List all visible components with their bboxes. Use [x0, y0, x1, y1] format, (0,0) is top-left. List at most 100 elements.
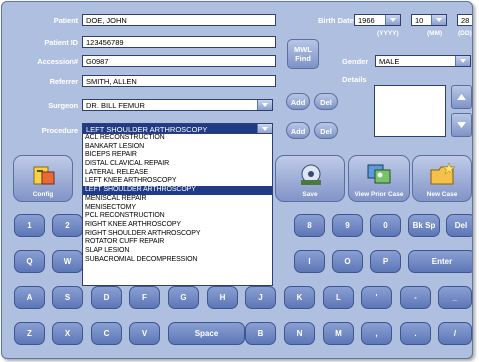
chevron-down-icon[interactable]	[455, 56, 470, 66]
surgeon-label: Surgeon	[48, 101, 78, 110]
key-row3-11[interactable]: _	[438, 286, 472, 309]
referrer-field[interactable]: SMITH, ALLEN	[82, 75, 276, 87]
scroll-up-button[interactable]	[451, 85, 472, 109]
key-row2-0[interactable]: Q	[14, 250, 45, 273]
chevron-down-icon[interactable]	[431, 15, 446, 25]
key-row2-5[interactable]: Enter	[408, 250, 472, 273]
procedure-option[interactable]: MENISECTOMY	[83, 204, 272, 213]
gender-value: MALE	[379, 57, 400, 66]
key-row1-4[interactable]: 0	[370, 214, 401, 237]
key-row1-0[interactable]: 1	[14, 214, 45, 237]
procedure-option[interactable]: PCL RECONSTRUCTION	[83, 212, 272, 221]
patient-id-field[interactable]: 123456789	[82, 36, 276, 48]
patient-field[interactable]: DOE, JOHN	[82, 14, 276, 26]
chevron-down-icon[interactable]	[257, 100, 272, 110]
key-row1-5[interactable]: Bk Sp	[408, 214, 440, 237]
procedure-del-button[interactable]: Del	[314, 122, 338, 139]
key-row4-6[interactable]: N	[284, 322, 315, 345]
key-row4-5[interactable]: B	[245, 322, 276, 345]
procedure-option[interactable]: ROTATOR CUFF REPAIR	[83, 238, 272, 247]
surgeon-value: DR. BILL FEMUR	[86, 101, 145, 110]
key-row2-3[interactable]: O	[332, 250, 363, 273]
key-row4-10[interactable]: /	[438, 322, 472, 345]
procedure-option[interactable]: LEFT SHOULDER ARTHROSCOPY	[83, 186, 272, 195]
surgeon-del-button[interactable]: Del	[314, 93, 338, 110]
procedure-add-button[interactable]: Add	[286, 122, 310, 139]
procedure-option[interactable]: BICEPS REPAIR	[83, 151, 272, 160]
procedure-option[interactable]: SUBACROMIAL DECOMPRESSION	[83, 256, 272, 265]
procedure-option[interactable]: BANKART LESION	[83, 143, 272, 152]
key-row1-2[interactable]: 8	[294, 214, 325, 237]
yyyy-hint: (YYYY)	[377, 30, 399, 37]
birth-month-value: 10	[415, 16, 424, 25]
mm-hint: (MM)	[427, 30, 443, 37]
procedure-option[interactable]: DISTAL CLAVICAL REPAIR	[83, 160, 272, 169]
procedure-option[interactable]: ACL RECONSTRUCTION	[83, 134, 272, 143]
save-icon	[301, 164, 321, 185]
key-row4-4[interactable]: Space	[168, 322, 245, 345]
key-row3-3[interactable]: F	[129, 286, 160, 309]
procedure-option[interactable]: RIGHT KNEE ARTHROSCOPY	[83, 221, 272, 230]
key-row3-8[interactable]: L	[323, 286, 354, 309]
key-row4-9[interactable]: .	[400, 322, 431, 345]
procedure-option[interactable]: RIGHT SHOULDER ARTHROSCOPY	[83, 230, 272, 239]
find-label: Find	[295, 54, 311, 63]
key-row3-1[interactable]: S	[52, 286, 83, 309]
key-row4-1[interactable]: X	[52, 322, 83, 345]
key-row3-9[interactable]: '	[361, 286, 392, 309]
procedure-option[interactable]: MENISCAL REPAIR	[83, 195, 272, 204]
surgeon-add-button[interactable]: Add	[286, 93, 310, 110]
key-row1-3[interactable]: 9	[332, 214, 363, 237]
key-row4-2[interactable]: C	[91, 322, 122, 345]
birth-day-field[interactable]: 28	[457, 14, 472, 26]
key-row1-1[interactable]: 2	[52, 214, 83, 237]
mwl-find-button[interactable]: MWL Find	[287, 39, 319, 69]
key-row1-6[interactable]: Del	[446, 214, 472, 237]
config-button[interactable]: Config	[13, 155, 73, 202]
save-button[interactable]: Save	[275, 155, 345, 202]
procedure-option[interactable]: LEFT KNEE ARTHROSCOPY	[83, 177, 272, 186]
mwl-label: MWL	[294, 45, 312, 54]
key-row4-8[interactable]: ,	[361, 322, 392, 345]
gender-select[interactable]: MALE	[375, 55, 471, 67]
details-scrollbar[interactable]	[451, 85, 472, 137]
key-row3-0[interactable]: A	[14, 286, 45, 309]
config-icon	[33, 166, 55, 185]
key-row3-6[interactable]: J	[245, 286, 276, 309]
scroll-down-button[interactable]	[451, 113, 472, 137]
key-row3-5[interactable]: H	[207, 286, 238, 309]
key-row2-2[interactable]: I	[294, 250, 325, 273]
key-row3-10[interactable]: -	[400, 286, 431, 309]
key-row3-2[interactable]: D	[91, 286, 122, 309]
procedure-dropdown-list[interactable]: ACL RECONSTRUCTION BANKART LESION BICEPS R…	[82, 133, 273, 286]
key-row3-4[interactable]: G	[168, 286, 199, 309]
triangle-up-icon	[457, 94, 466, 100]
key-row4-0[interactable]: Z	[14, 322, 45, 345]
folder-star-icon	[430, 162, 456, 185]
procedure-label: Procedure	[41, 126, 78, 135]
surgeon-select[interactable]: DR. BILL FEMUR	[82, 99, 273, 111]
birth-year-value: 1966	[358, 16, 375, 25]
config-label: Config	[32, 191, 54, 198]
details-label: Details	[342, 75, 367, 84]
key-row4-7[interactable]: M	[323, 322, 354, 345]
key-row2-1[interactable]: W	[52, 250, 83, 273]
chevron-down-icon[interactable]	[385, 15, 400, 25]
referrer-label: Referrer	[49, 77, 78, 86]
details-textarea[interactable]	[374, 85, 446, 137]
save-label: Save	[302, 191, 318, 198]
new-case-button[interactable]: New Case	[412, 155, 472, 202]
case-entry-window: Patient DOE, JOHN Patient ID 123456789 A…	[1, 1, 473, 359]
view-prior-case-button[interactable]: View Prior Case	[348, 155, 410, 202]
birth-year-select[interactable]: 1966	[354, 14, 401, 26]
key-row4-3[interactable]: V	[129, 322, 160, 345]
accession-field[interactable]: G0987	[82, 55, 276, 67]
key-row3-7[interactable]: K	[284, 286, 315, 309]
dd-hint: (DD)	[458, 30, 472, 37]
procedure-option[interactable]: LATERAL RELEASE	[83, 169, 272, 178]
key-row2-4[interactable]: P	[370, 250, 401, 273]
procedure-option[interactable]: SLAP LESION	[83, 247, 272, 256]
gender-label: Gender	[342, 57, 369, 66]
birth-month-select[interactable]: 10	[411, 14, 447, 26]
patient-id-label: Patient ID	[44, 38, 78, 47]
